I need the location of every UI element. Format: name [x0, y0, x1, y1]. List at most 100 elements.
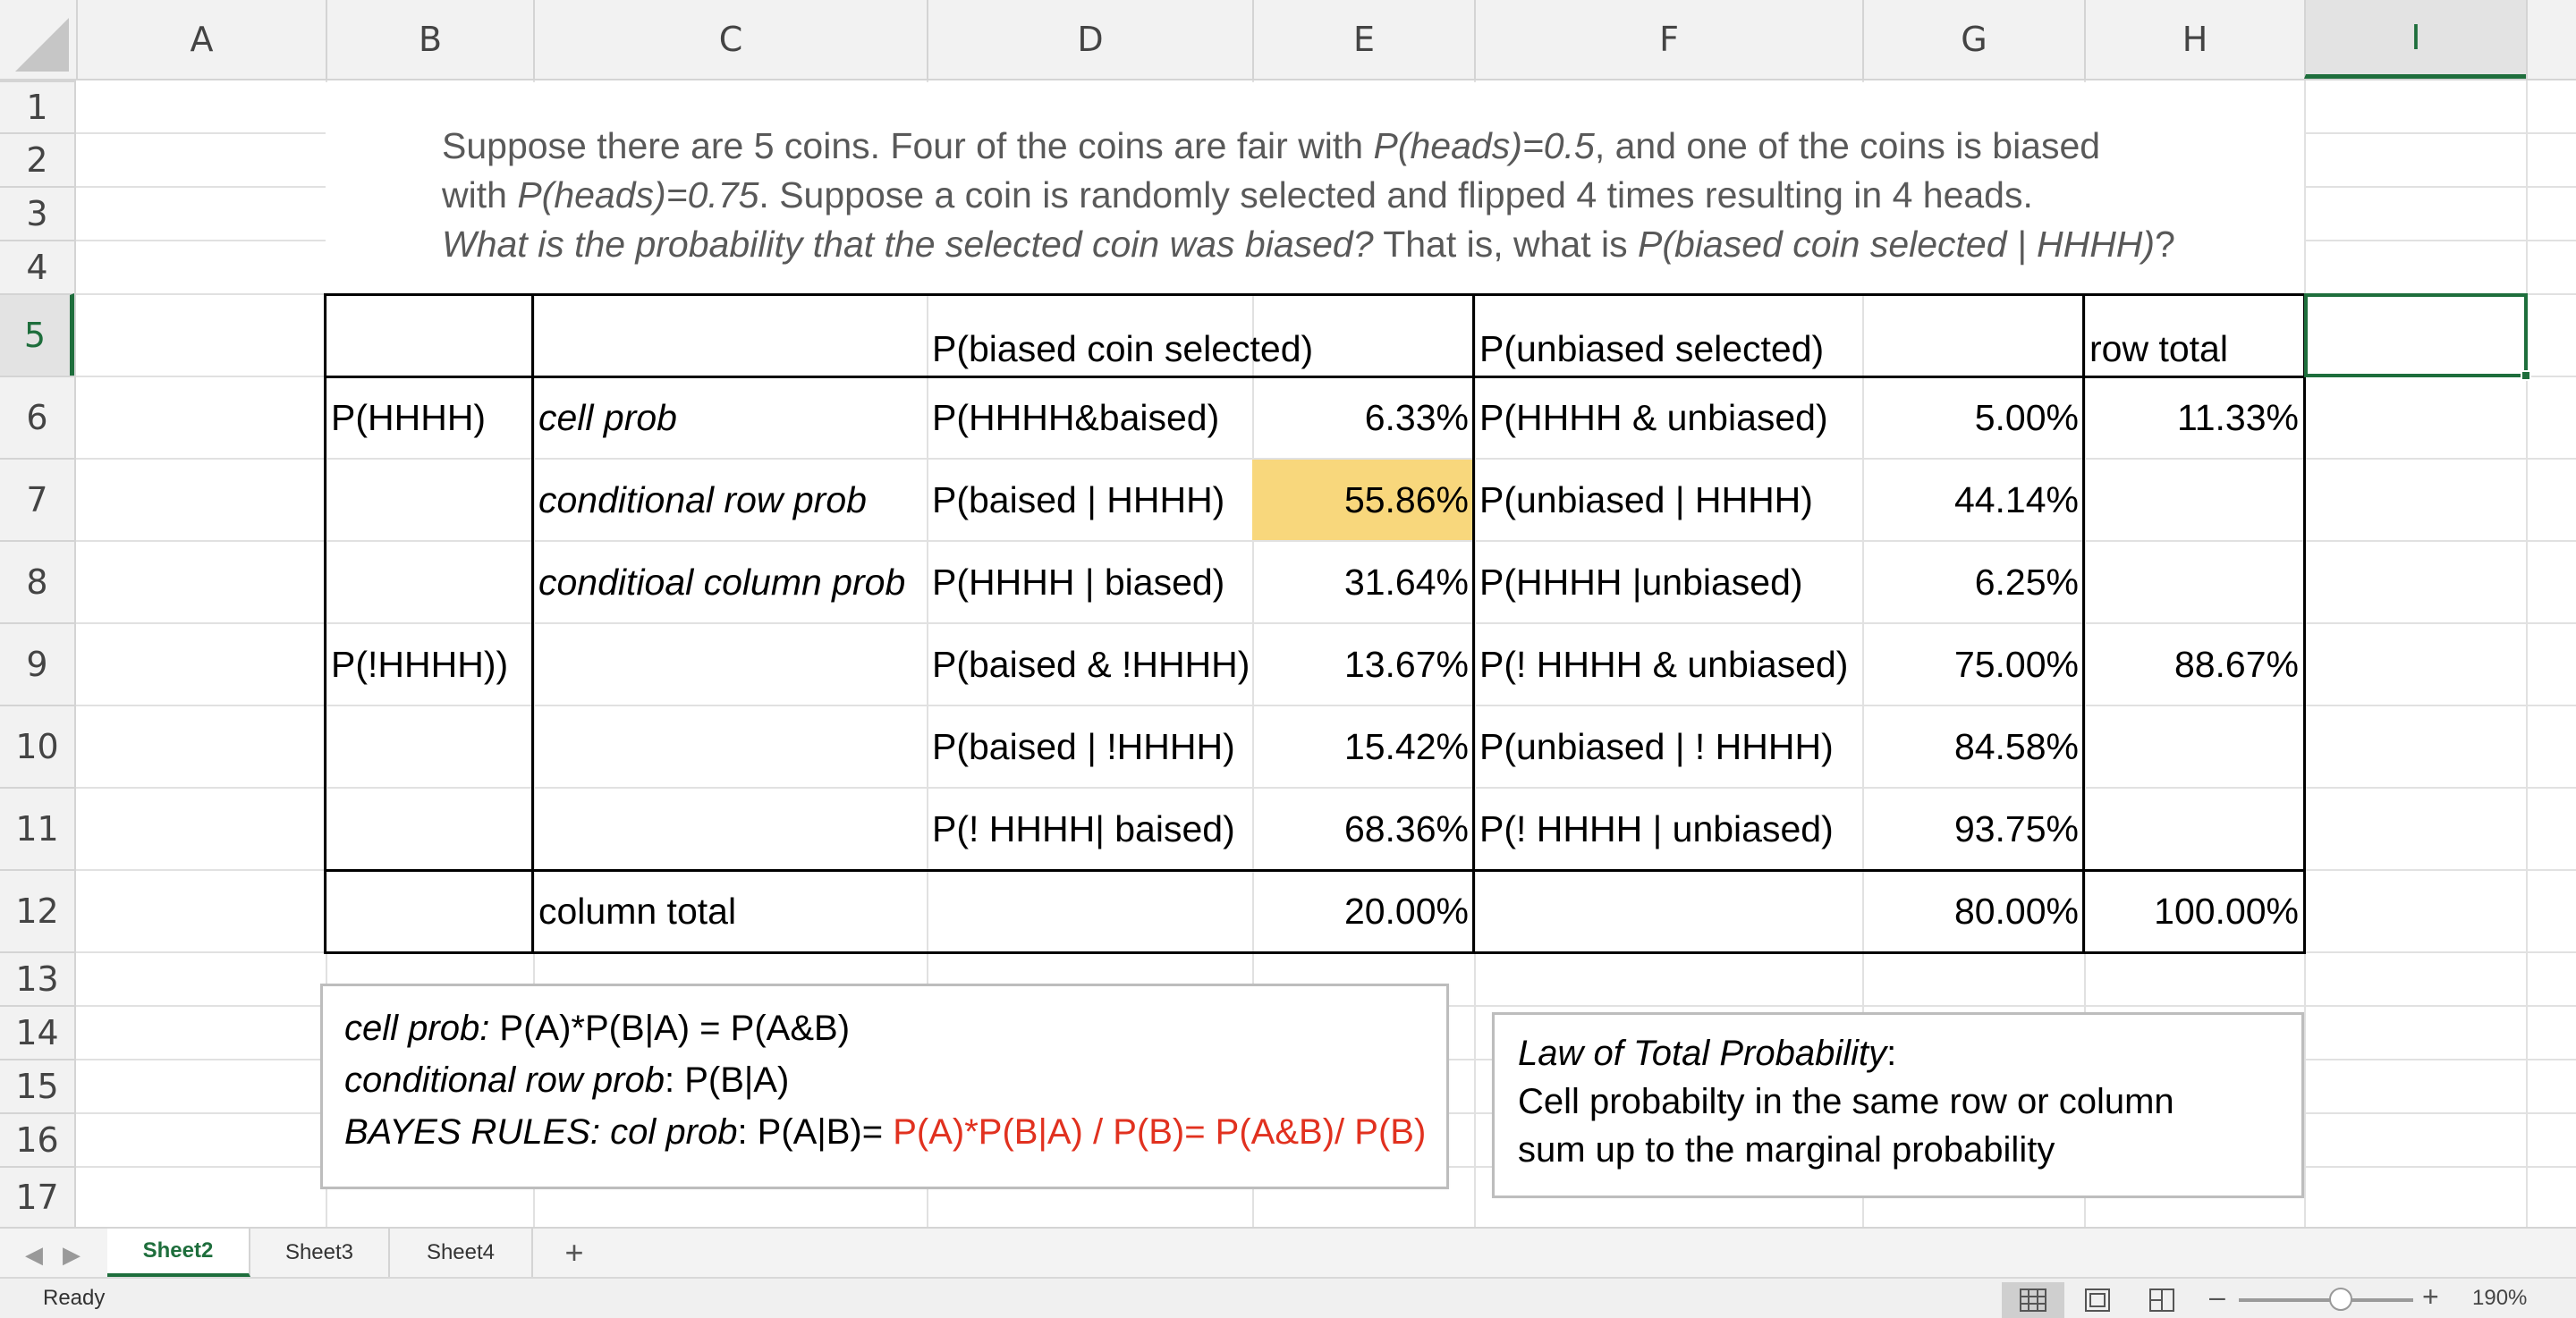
page-layout-icon[interactable]: [2066, 1282, 2129, 1318]
table-border: [324, 869, 2306, 872]
cell-c12[interactable]: column total: [533, 871, 927, 951]
cell-g8[interactable]: 6.25%: [1862, 542, 2084, 622]
cell-h9[interactable]: 88.67%: [2084, 624, 2304, 705]
row-header-15[interactable]: 15: [0, 1059, 74, 1112]
fill-handle[interactable]: [2521, 370, 2531, 381]
column-header-next[interactable]: [2526, 0, 2576, 79]
row-header-13[interactable]: 13: [0, 951, 74, 1005]
cell-c6[interactable]: cell prob: [533, 377, 927, 458]
cell-g7[interactable]: 44.14%: [1862, 460, 2084, 540]
cell-b9[interactable]: P(!HHHH)): [326, 624, 533, 705]
cell-d11[interactable]: P(! HHHH| baised): [927, 789, 1252, 869]
row-header-1[interactable]: 1: [0, 80, 74, 132]
cell-h12[interactable]: 100.00%: [2084, 871, 2304, 951]
cell-d6[interactable]: P(HHHH&baised): [927, 377, 1252, 458]
column-header-f[interactable]: F: [1474, 0, 1862, 79]
cell-d5[interactable]: P(biased coin selected): [927, 295, 1313, 376]
cell-g12[interactable]: 80.00%: [1862, 871, 2084, 951]
cell-g9[interactable]: 75.00%: [1862, 624, 2084, 705]
zoom-in-button[interactable]: +: [2422, 1280, 2439, 1314]
cell-g6[interactable]: 5.00%: [1862, 377, 2084, 458]
intro-text: That is, what is: [1373, 224, 1639, 265]
textbox-label: BAYES RULES: col prob: [344, 1112, 738, 1152]
sheet-tab-sheet4[interactable]: Sheet4: [390, 1229, 533, 1277]
row-header-4[interactable]: 4: [0, 240, 74, 293]
cell-f11[interactable]: P(! HHHH | unbiased): [1474, 789, 1862, 869]
cell-f10[interactable]: P(unbiased | ! HHHH): [1474, 706, 1862, 787]
cell-f7[interactable]: P(unbiased | HHHH): [1474, 460, 1862, 540]
gridline: [2526, 80, 2528, 1227]
column-header-h[interactable]: H: [2084, 0, 2304, 79]
column-header-g[interactable]: G: [1862, 0, 2084, 79]
row-header-17[interactable]: 17: [0, 1166, 74, 1227]
column-header-a[interactable]: A: [76, 0, 326, 79]
cell-e12[interactable]: 20.00%: [1252, 871, 1474, 951]
row-header-6[interactable]: 6: [0, 376, 74, 458]
zoom-slider[interactable]: [2239, 1298, 2413, 1302]
row-header-7[interactable]: 7: [0, 458, 74, 540]
sheet-tab-sheet3[interactable]: Sheet3: [250, 1229, 390, 1277]
cell-h6[interactable]: 11.33%: [2084, 377, 2304, 458]
sheet-tabs-bar: ◀ ▶ Sheet2 Sheet3 Sheet4 +: [0, 1227, 2576, 1277]
row-header-9[interactable]: 9: [0, 622, 74, 705]
row-header-8[interactable]: 8: [0, 540, 74, 622]
cell-c7[interactable]: conditional row prob: [533, 460, 927, 540]
cell-e7-highlighted[interactable]: 55.86%: [1252, 460, 1474, 540]
page-break-icon[interactable]: [2131, 1282, 2193, 1318]
column-header-b[interactable]: B: [326, 0, 533, 79]
cell-b6[interactable]: P(HHHH): [326, 377, 533, 458]
cell-f9[interactable]: P(! HHHH & unbiased): [1474, 624, 1862, 705]
row-header-12[interactable]: 12: [0, 869, 74, 951]
table-border: [1472, 293, 1475, 954]
scroll-right-icon[interactable]: ▶: [63, 1241, 80, 1269]
cell-d7[interactable]: P(baised | HHHH): [927, 460, 1252, 540]
zoom-level[interactable]: 190%: [2472, 1286, 2527, 1311]
cell-g11[interactable]: 93.75%: [1862, 789, 2084, 869]
cell-e9[interactable]: 13.67%: [1252, 624, 1474, 705]
row-header-10[interactable]: 10: [0, 705, 74, 787]
textbox-label: cell prob:: [344, 1009, 490, 1048]
sheet-tab-sheet2[interactable]: Sheet2: [107, 1229, 250, 1277]
zoom-out-button[interactable]: –: [2209, 1280, 2225, 1314]
cell-e6[interactable]: 6.33%: [1252, 377, 1474, 458]
textbox-label: conditional row prob: [344, 1060, 665, 1100]
cell-d9[interactable]: P(baised & !HHHH): [927, 624, 1252, 705]
row-header-5[interactable]: 5: [0, 293, 74, 376]
row-header-3[interactable]: 3: [0, 186, 74, 240]
column-header-d[interactable]: D: [927, 0, 1252, 79]
row-header-16[interactable]: 16: [0, 1112, 74, 1166]
textbox-text: :: [1886, 1034, 1897, 1073]
textbox-text: : P(B|A): [665, 1060, 790, 1100]
column-header-c[interactable]: C: [533, 0, 927, 79]
cell-d10[interactable]: P(baised | !HHHH): [927, 706, 1252, 787]
select-all-corner[interactable]: [0, 0, 76, 79]
cell-c8[interactable]: conditioal column prob: [533, 542, 927, 622]
intro-question: What is the probability that the selecte…: [442, 224, 1374, 265]
cell-h5[interactable]: row total: [2084, 295, 2304, 376]
column-header-e[interactable]: E: [1252, 0, 1474, 79]
scroll-left-icon[interactable]: ◀: [25, 1241, 43, 1269]
table-border: [2303, 293, 2306, 954]
table-border: [324, 293, 2306, 296]
cell-d8[interactable]: P(HHHH | biased): [927, 542, 1252, 622]
total-probability-textbox[interactable]: Law of Total Probability: Cell probabilt…: [1492, 1012, 2304, 1198]
intro-text: ?: [2155, 224, 2175, 265]
textbox-text: Cell probabilty in the same row or colum…: [1518, 1082, 2174, 1121]
normal-view-icon[interactable]: [2002, 1282, 2064, 1318]
row-header-14[interactable]: 14: [0, 1005, 74, 1059]
add-sheet-button[interactable]: +: [547, 1229, 601, 1277]
cell-e11[interactable]: 68.36%: [1252, 789, 1474, 869]
formula-notes-textbox[interactable]: cell prob: P(A)*P(B|A) = P(A&B) conditio…: [320, 984, 1449, 1189]
column-header-i[interactable]: I: [2304, 0, 2526, 79]
cell-g10[interactable]: 84.58%: [1862, 706, 2084, 787]
cell-e8[interactable]: 31.64%: [1252, 542, 1474, 622]
cell-f8[interactable]: P(HHHH |unbiased): [1474, 542, 1862, 622]
cell-f5[interactable]: P(unbiased selected): [1474, 295, 1862, 376]
zoom-slider-knob[interactable]: [2329, 1288, 2352, 1311]
selected-cell-i5[interactable]: [2304, 293, 2528, 377]
row-header-2[interactable]: 2: [0, 132, 74, 186]
cell-f6[interactable]: P(HHHH & unbiased): [1474, 377, 1862, 458]
cell-e10[interactable]: 15.42%: [1252, 706, 1474, 787]
row-header-11[interactable]: 11: [0, 787, 74, 869]
textbox-title: Law of Total Probability: [1518, 1034, 1887, 1073]
